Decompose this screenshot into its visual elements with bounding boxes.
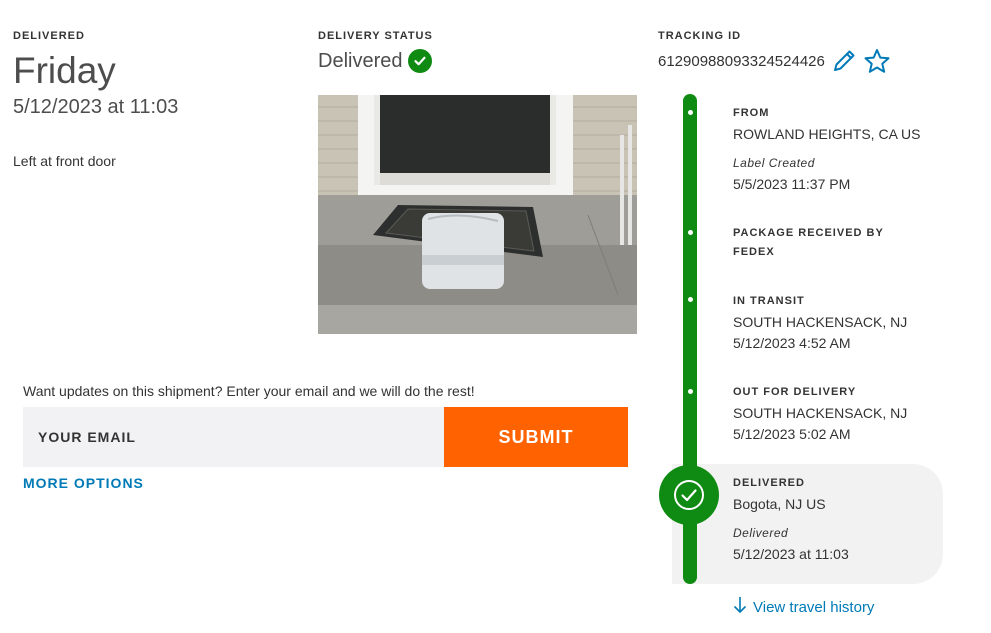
delivery-note: Left at front door — [13, 153, 116, 169]
tracking-id-label: TRACKING ID — [658, 30, 742, 42]
timeline-dot — [688, 297, 693, 302]
email-updates-prompt: Want updates on this shipment? Enter you… — [23, 383, 475, 399]
proof-of-delivery-photo[interactable] — [318, 95, 637, 334]
event-location: Bogota, NJ US — [733, 496, 826, 512]
delivery-datetime: 5/12/2023 at 11:03 — [13, 96, 179, 118]
view-travel-history-label: View travel history — [753, 598, 875, 616]
event-location: SOUTH HACKENSACK, NJ — [733, 405, 908, 421]
star-icon[interactable] — [863, 48, 891, 74]
event-title: DELIVERED — [733, 477, 805, 489]
delivery-day: Friday — [13, 50, 116, 91]
delivery-status: Delivered — [318, 49, 433, 73]
check-circle-icon — [659, 465, 719, 525]
tracking-id-row: 61290988093324524426 — [658, 48, 891, 74]
event-datetime: 5/12/2023 at 11:03 — [733, 546, 849, 562]
view-travel-history-link[interactable]: View travel history — [733, 596, 874, 618]
timeline-dot — [688, 110, 693, 115]
event-title: PACKAGE RECEIVED BY FEDEX — [733, 227, 884, 258]
submit-button[interactable]: SUBMIT — [444, 407, 628, 467]
delivery-status-value: Delivered — [318, 49, 403, 72]
event-note: Label Created — [733, 156, 815, 170]
timeline-dot — [688, 389, 693, 394]
delivery-status-label: DELIVERY STATUS — [318, 30, 433, 42]
event-datetime: 5/5/2023 11:37 PM — [733, 176, 851, 192]
pencil-icon[interactable] — [831, 48, 857, 74]
arrow-down-icon — [733, 596, 747, 618]
timeline-dot — [688, 230, 693, 235]
event-title: FROM — [733, 107, 770, 119]
event-note: Delivered — [733, 526, 789, 540]
more-options-link[interactable]: MORE OPTIONS — [23, 475, 144, 491]
email-input[interactable] — [23, 407, 444, 467]
event-datetime: 5/12/2023 4:52 AM — [733, 335, 851, 351]
tracking-id-value: 61290988093324524426 — [658, 52, 825, 70]
event-title: IN TRANSIT — [733, 295, 805, 307]
delivered-label: DELIVERED — [13, 30, 85, 42]
check-circle-icon — [408, 49, 433, 73]
event-location: ROWLAND HEIGHTS, CA US — [733, 126, 921, 142]
event-datetime: 5/12/2023 5:02 AM — [733, 426, 851, 442]
event-location: SOUTH HACKENSACK, NJ — [733, 314, 908, 330]
event-title: OUT FOR DELIVERY — [733, 386, 857, 398]
